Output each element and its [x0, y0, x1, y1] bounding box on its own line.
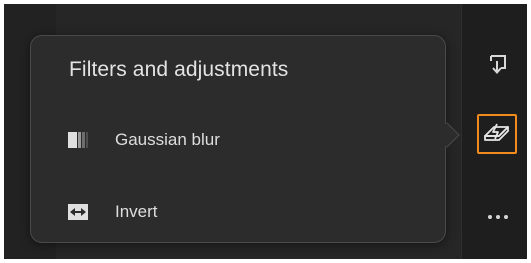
filters-adjustments-button[interactable]: [477, 114, 517, 154]
filters-adjustments-icon: [484, 123, 509, 141]
popover-title: Filters and adjustments: [69, 58, 289, 81]
menu-item-invert[interactable]: Invert: [67, 197, 158, 227]
app-window: Filters and adjustments Gaussian blur In…: [0, 0, 531, 263]
more-button[interactable]: [478, 197, 518, 237]
gaussian-blur-icon: [67, 131, 89, 149]
menu-item-label: Gaussian blur: [115, 130, 220, 149]
export-button[interactable]: [478, 44, 518, 84]
invert-icon: [67, 203, 89, 221]
more-icon: [488, 215, 508, 219]
export-icon: [490, 55, 506, 75]
menu-item-label: Invert: [115, 202, 158, 221]
menu-item-gaussian-blur[interactable]: Gaussian blur: [67, 125, 220, 155]
right-toolbar: [461, 4, 527, 259]
filters-popover: Filters and adjustments Gaussian blur In…: [30, 35, 446, 243]
